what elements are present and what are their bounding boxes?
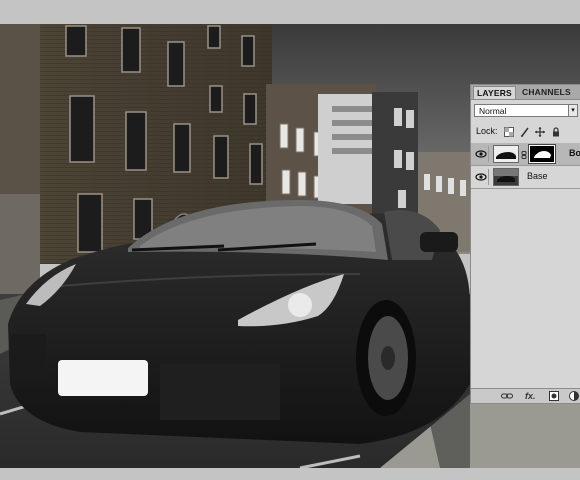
layer-name: Bo	[569, 148, 580, 158]
blend-mode-select[interactable]: Normal ▾	[474, 104, 578, 117]
layer-thumbnail	[493, 145, 519, 163]
layer-mask-thumbnail[interactable]	[528, 144, 556, 164]
layer-thumbnail	[493, 168, 519, 186]
status-strip	[0, 468, 580, 480]
lock-position-icon[interactable]	[535, 126, 546, 137]
adjustment-icon[interactable]	[569, 391, 579, 401]
lock-label: Lock:	[476, 126, 498, 136]
mask-link-icon[interactable]	[521, 151, 527, 159]
layer-name: Base	[527, 171, 548, 181]
fx-icon[interactable]: fx.	[525, 391, 536, 401]
tab-channels[interactable]: CHANNELS	[519, 86, 574, 98]
layer-row-bo[interactable]: Bo	[471, 143, 580, 166]
panel-tab-bar: LAYERS CHANNELS	[471, 85, 580, 100]
panel-footer: fx.	[471, 388, 580, 403]
blend-mode-value: Normal	[479, 106, 507, 116]
eye-icon[interactable]	[474, 146, 489, 162]
lock-pixels-icon[interactable]	[520, 127, 530, 137]
link-layers-icon[interactable]	[501, 391, 513, 401]
chevron-down-icon[interactable]: ▾	[568, 105, 577, 116]
lock-row: Lock:	[476, 125, 564, 137]
add-mask-icon[interactable]	[549, 391, 559, 401]
lock-transparency-icon[interactable]	[504, 126, 515, 137]
tab-layers[interactable]: LAYERS	[473, 86, 516, 99]
layers-panel: LAYERS CHANNELS Normal ▾ Lock: Bo Base f…	[470, 84, 580, 404]
layer-row-base[interactable]: Base	[471, 166, 580, 189]
eye-icon[interactable]	[474, 169, 489, 185]
lock-all-icon[interactable]	[551, 127, 561, 137]
